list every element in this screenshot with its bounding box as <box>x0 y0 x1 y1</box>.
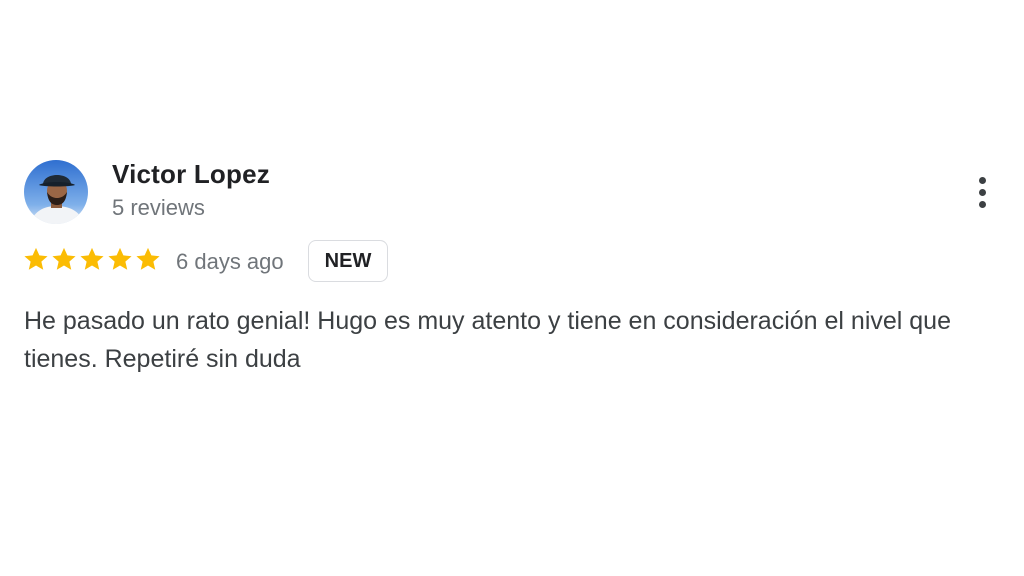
star-icon <box>108 247 132 270</box>
review-count[interactable]: 5 reviews <box>112 195 205 221</box>
more-vert-icon-dot <box>978 200 986 208</box>
star-icon <box>24 247 48 270</box>
avatar-image <box>24 160 88 224</box>
star-icon <box>80 247 104 270</box>
avatar[interactable] <box>24 160 88 224</box>
review-text: He pasado un rato genial! Hugo es muy at… <box>24 307 951 373</box>
author-name[interactable]: Victor Lopez <box>112 159 270 190</box>
new-badge: NEW <box>308 240 388 282</box>
star-icon <box>52 247 76 270</box>
more-vert-icon-dot <box>978 188 986 196</box>
more-vert-icon <box>978 176 986 184</box>
more-options-button[interactable] <box>964 170 1000 214</box>
review-card: Victor Lopez 5 reviews 6 days ago NEW He… <box>0 0 1024 576</box>
star-icon <box>136 247 160 270</box>
review-date: 6 days ago <box>176 249 284 274</box>
star-rating <box>22 245 162 273</box>
